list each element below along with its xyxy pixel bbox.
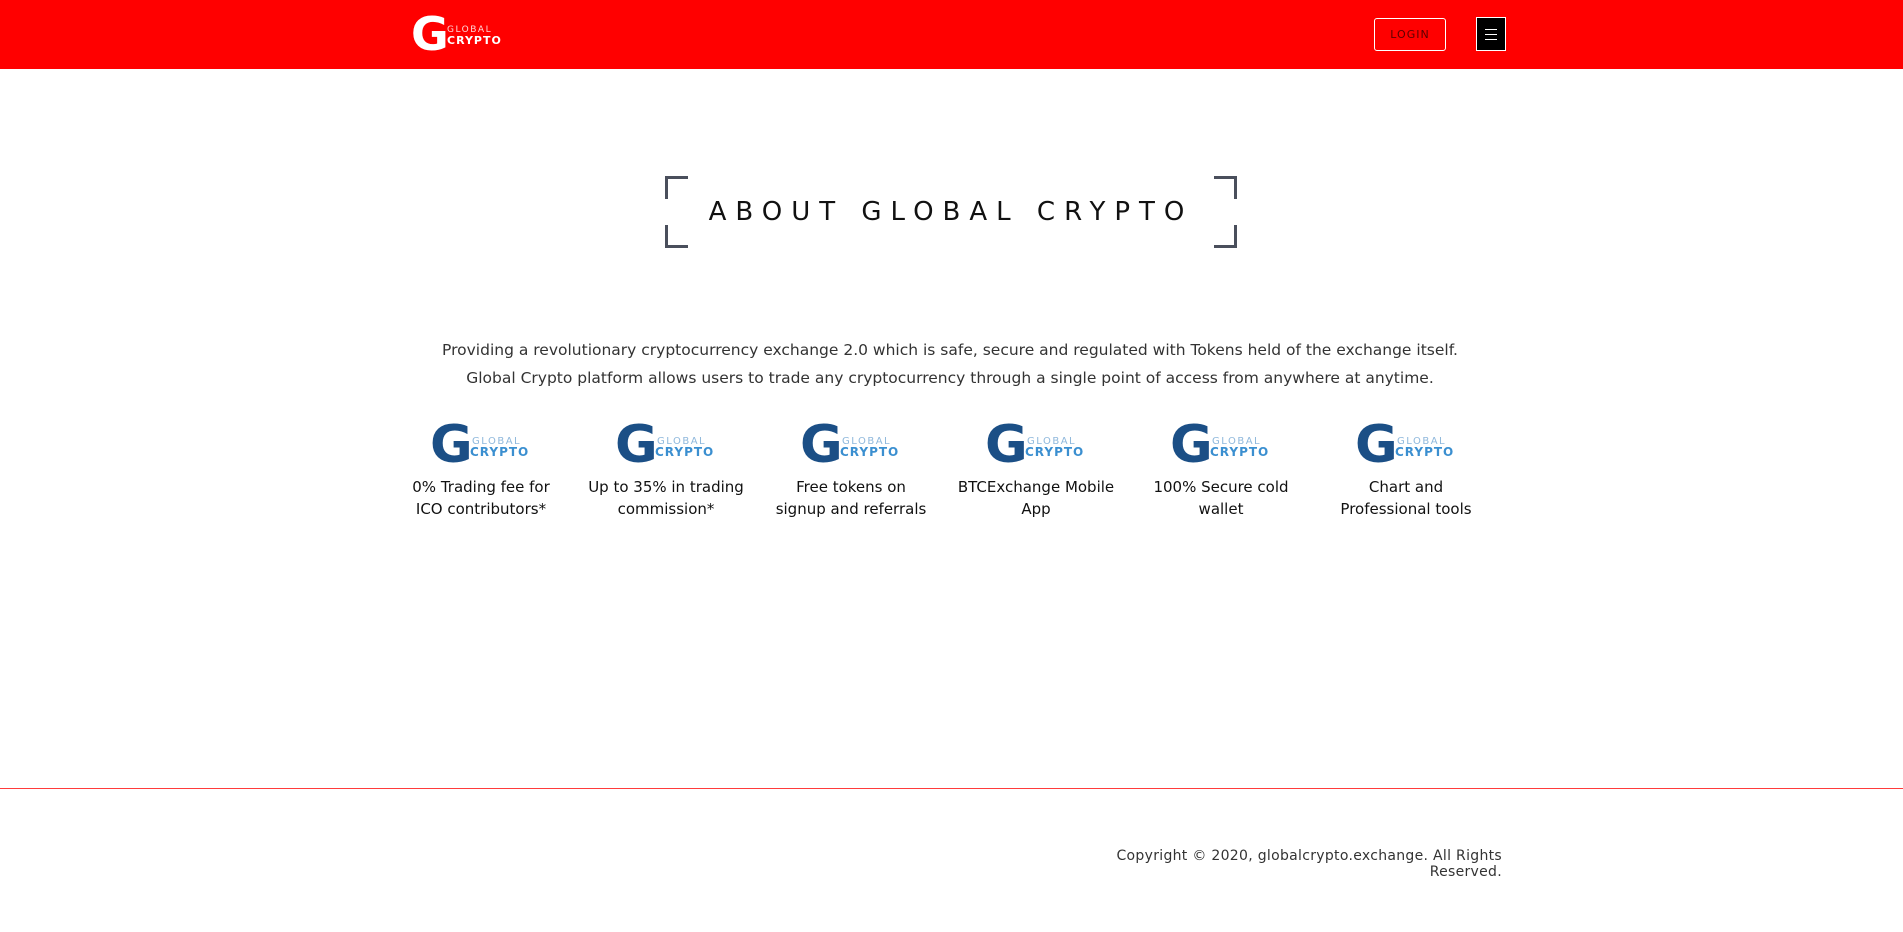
feature-item: G GLOBAL CRYPTO 0% Trading fee for ICO c…	[398, 418, 564, 520]
svg-text:G: G	[1355, 418, 1398, 468]
logo-word-bottom: CRYPTO	[447, 34, 502, 47]
svg-text:CRYPTO: CRYPTO	[840, 445, 899, 459]
svg-text:CRYPTO: CRYPTO	[655, 445, 714, 459]
feature-text-line-1: Up to 35% in trading	[588, 478, 744, 496]
feature-text-line-2: Professional tools	[1340, 500, 1472, 518]
feature-text: Free tokens on signup and referrals	[768, 476, 934, 520]
page: G GLOBAL CRYPTO LOGIN ABOUT GLOBAL CRYPT…	[0, 0, 1903, 932]
svg-text:G: G	[800, 418, 843, 468]
footer-divider	[0, 788, 1903, 789]
global-crypto-logo-icon: G GLOBAL CRYPTO	[1355, 418, 1454, 468]
global-crypto-logo-icon: G GLOBAL CRYPTO	[615, 418, 714, 468]
feature-text-line-2: signup and referrals	[775, 500, 927, 518]
svg-text:G: G	[430, 418, 473, 468]
top-navbar: G GLOBAL CRYPTO LOGIN	[0, 0, 1903, 69]
feature-text-line-1: BTCExchange Mobile	[957, 478, 1115, 496]
feature-text: Up to 35% in trading commission*	[583, 476, 749, 520]
login-button[interactable]: LOGIN	[1374, 18, 1446, 51]
svg-text:CRYPTO: CRYPTO	[470, 445, 529, 459]
feature-text-line-1: Free tokens on	[796, 478, 906, 496]
feature-text-line-2: commission*	[617, 500, 715, 518]
about-description: Providing a revolutionary cryptocurrency…	[350, 336, 1550, 392]
feature-item: G GLOBAL CRYPTO Free tokens on signup an…	[768, 418, 934, 520]
site-logo[interactable]: G GLOBAL CRYPTO	[411, 10, 503, 56]
feature-item: G GLOBAL CRYPTO Chart and Professional t…	[1323, 418, 1489, 520]
feature-text-line-2: wallet	[1198, 500, 1244, 518]
feature-item: G GLOBAL CRYPTO Up to 35% in trading com…	[583, 418, 749, 520]
feature-text-line-1: 100% Secure cold	[1153, 478, 1289, 496]
copyright-text: Copyright © 2020, globalcrypto.exchange.…	[1116, 848, 1502, 880]
feature-text-line-1: Chart and	[1368, 478, 1444, 496]
global-crypto-logo-icon: G GLOBAL CRYPTO	[800, 418, 899, 468]
global-crypto-logo-icon: G GLOBAL CRYPTO	[430, 418, 529, 468]
svg-text:CRYPTO: CRYPTO	[1395, 445, 1454, 459]
features-row: G GLOBAL CRYPTO 0% Trading fee for ICO c…	[398, 418, 1508, 528]
hamburger-icon	[1485, 28, 1497, 40]
feature-text: 100% Secure cold wallet	[1138, 476, 1304, 520]
feature-text: Chart and Professional tools	[1323, 476, 1489, 520]
about-description-line-2: Global Crypto platform allows users to t…	[466, 369, 1434, 387]
svg-text:G: G	[985, 418, 1028, 468]
menu-toggle-button[interactable]	[1476, 17, 1506, 51]
feature-text-line-2: App	[1021, 500, 1051, 518]
svg-text:G: G	[1170, 418, 1213, 468]
global-crypto-logo-icon: G GLOBAL CRYPTO	[1170, 418, 1269, 468]
logo-letter: G	[411, 10, 449, 56]
feature-text-line-1: 0% Trading fee for	[412, 478, 550, 496]
svg-text:CRYPTO: CRYPTO	[1025, 445, 1084, 459]
about-title: ABOUT GLOBAL CRYPTO	[708, 197, 1194, 227]
feature-text: BTCExchange Mobile App	[953, 476, 1119, 520]
feature-item: G GLOBAL CRYPTO BTCExchange Mobile App	[953, 418, 1119, 520]
svg-text:CRYPTO: CRYPTO	[1210, 445, 1269, 459]
svg-text:G: G	[615, 418, 658, 468]
feature-item: G GLOBAL CRYPTO 100% Secure cold wallet	[1138, 418, 1304, 520]
global-crypto-logo-icon: G GLOBAL CRYPTO	[985, 418, 1084, 468]
feature-text-line-2: ICO contributors*	[415, 500, 547, 518]
about-description-line-1: Providing a revolutionary cryptocurrency…	[442, 341, 1458, 359]
about-heading-frame: ABOUT GLOBAL CRYPTO	[665, 176, 1237, 248]
login-button-label: LOGIN	[1390, 28, 1430, 41]
feature-text: 0% Trading fee for ICO contributors*	[398, 476, 564, 520]
